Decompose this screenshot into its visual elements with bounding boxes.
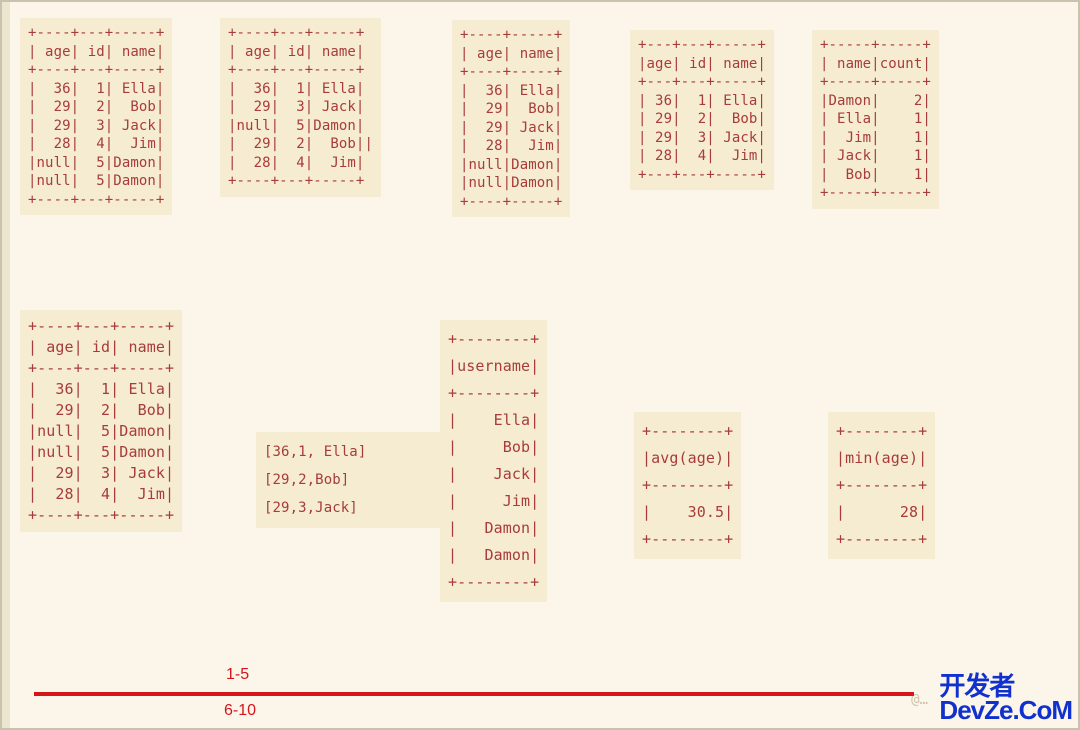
panel-5: +-----+-----+ | name|count| +-----+-----… — [812, 30, 939, 209]
panel-4: +---+---+-----+ |age| id| name| +---+---… — [630, 30, 774, 190]
panel-2: +----+---+-----+ | age| id| name| +----+… — [220, 18, 381, 197]
page-root: +----+---+-----+ | age| id| name| +----+… — [0, 0, 1080, 730]
watermark: 开发者 DevZe.CoM — [939, 674, 1072, 722]
red-divider — [34, 692, 914, 696]
panel-9: +--------+ |avg(age)| +--------+ | 30.5|… — [634, 412, 741, 559]
label-bottom-range: 6-10 — [224, 702, 256, 720]
panel-8: +--------+ |username| +--------+ | Ella|… — [440, 320, 547, 602]
panel-10: +--------+ |min(age)| +--------+ | 28| +… — [828, 412, 935, 559]
panel-6: +----+---+-----+ | age| id| name| +----+… — [20, 310, 182, 532]
watermark-line2: DevZe.CoM — [939, 698, 1072, 722]
label-top-range: 1-5 — [226, 666, 249, 684]
panel-3: +----+-----+ | age| name| +----+-----+ |… — [452, 20, 570, 217]
panel-1: +----+---+-----+ | age| id| name| +----+… — [20, 18, 172, 215]
left-margin — [2, 2, 10, 728]
faint-credit: @… — [911, 692, 928, 708]
